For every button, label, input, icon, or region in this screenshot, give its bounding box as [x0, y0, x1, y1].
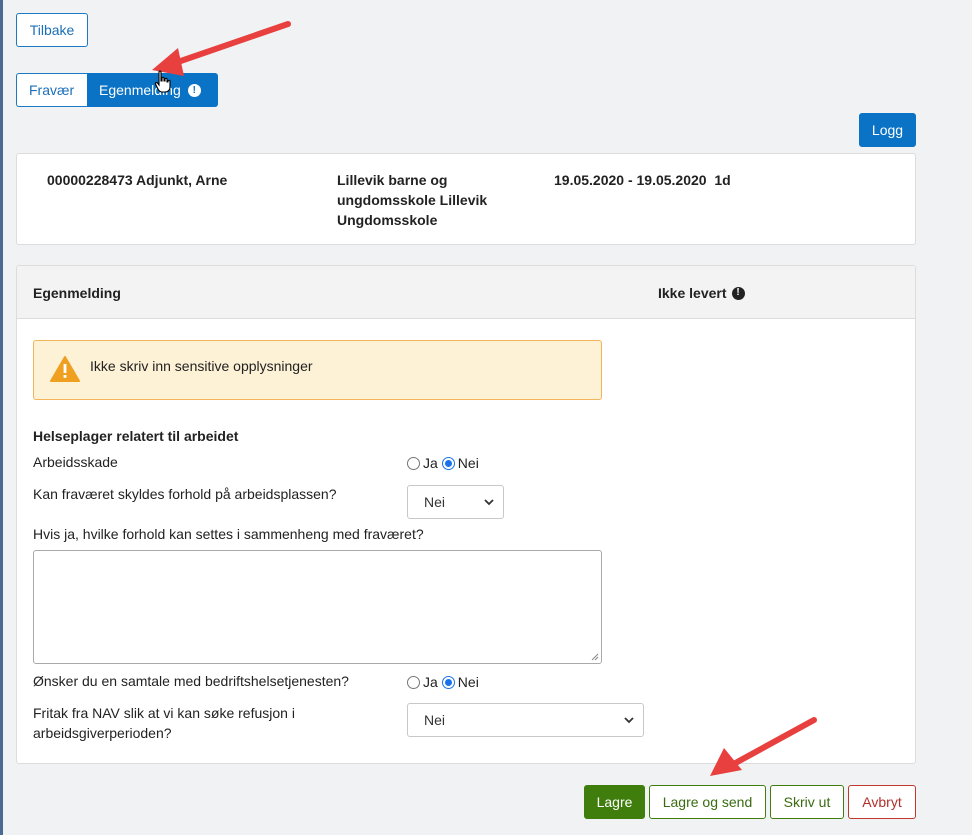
save-button[interactable]: Lagre [584, 785, 645, 819]
tab-fravaer[interactable]: Fravær [16, 73, 87, 107]
form-title: Egenmelding [33, 285, 121, 301]
print-button[interactable]: Skriv ut [770, 785, 844, 819]
employee-period: 19.05.2020 - 19.05.2020 1d [554, 170, 731, 190]
school-line-2: ungdomsskole Lillevik [337, 192, 488, 208]
tab-fravaer-label: Fravær [29, 82, 75, 98]
nav-label: Fritak fra NAV slik at vi kan søke refus… [33, 703, 295, 743]
injury-no-radio[interactable] [441, 456, 455, 470]
form-header: Egenmelding Ikke levert ! [17, 266, 915, 319]
log-button[interactable]: Logg [859, 113, 916, 147]
conditions-label: Hvis ja, hvilke forhold kan settes i sam… [33, 526, 424, 542]
warning-text: Ikke skriv inn sensitive opplysninger [90, 358, 313, 374]
period-duration: 1d [714, 172, 731, 188]
injury-radio-group: Ja Nei [407, 455, 479, 471]
window-left-edge [0, 0, 3, 835]
talk-label: Ønsker du en samtale med bedriftshelsetj… [33, 673, 349, 689]
workplace-select[interactable]: Nei [407, 485, 504, 519]
chevron-down-icon [624, 717, 634, 724]
talk-no-radio[interactable] [441, 675, 455, 689]
talk-yes-label: Ja [423, 674, 438, 690]
sensitive-warning: Ikke skriv inn sensitive opplysninger [33, 340, 602, 400]
resize-handle-icon[interactable] [590, 652, 599, 661]
nav-select[interactable]: Nei [407, 703, 644, 737]
injury-yes-label: Ja [423, 455, 438, 471]
back-button[interactable]: Tilbake [16, 13, 88, 47]
period-dates: 19.05.2020 - 19.05.2020 [554, 172, 707, 188]
egenmelding-card: Egenmelding Ikke levert ! Ikke skriv inn… [16, 265, 916, 764]
employee-school: Lillevik barne og ungdomsskole Lillevik … [337, 170, 487, 230]
employee-card: 00000228473 Adjunkt, Arne Lillevik barne… [16, 153, 916, 245]
employee-name: 00000228473 Adjunkt, Arne [47, 172, 228, 188]
status-info-icon: ! [731, 286, 745, 300]
nav-label-line-1: Fritak fra NAV slik at vi kan søke refus… [33, 705, 295, 721]
talk-no-label: Nei [457, 674, 479, 690]
info-icon: ! [187, 83, 201, 97]
annotation-arrow-bottom [710, 717, 817, 776]
school-line-3: Ungdomsskole [337, 212, 438, 228]
nav-select-value: Nei [424, 712, 446, 728]
talk-yes-radio[interactable] [407, 675, 420, 689]
injury-yes-radio[interactable] [407, 456, 420, 470]
save-and-send-button[interactable]: Lagre og send [649, 785, 766, 819]
injury-no-label: Nei [457, 455, 479, 471]
school-line-1: Lillevik barne og [337, 172, 448, 188]
chevron-down-icon [484, 499, 494, 506]
cancel-button[interactable]: Avbryt [848, 785, 916, 819]
status-label: Ikke levert ! [658, 283, 745, 303]
hand-cursor-icon [154, 70, 171, 93]
workplace-label: Kan fraværet skyldes forhold på arbeidsp… [33, 486, 337, 502]
status-text: Ikke levert [658, 285, 727, 301]
section-title: Helseplager relatert til arbeidet [33, 428, 239, 444]
warning-icon [50, 356, 80, 382]
nav-label-line-2: arbeidsgiverperioden? [33, 725, 172, 741]
conditions-textarea[interactable] [33, 550, 602, 664]
workplace-select-value: Nei [424, 494, 446, 510]
talk-radio-group: Ja Nei [407, 674, 479, 690]
injury-label: Arbeidsskade [33, 454, 118, 470]
